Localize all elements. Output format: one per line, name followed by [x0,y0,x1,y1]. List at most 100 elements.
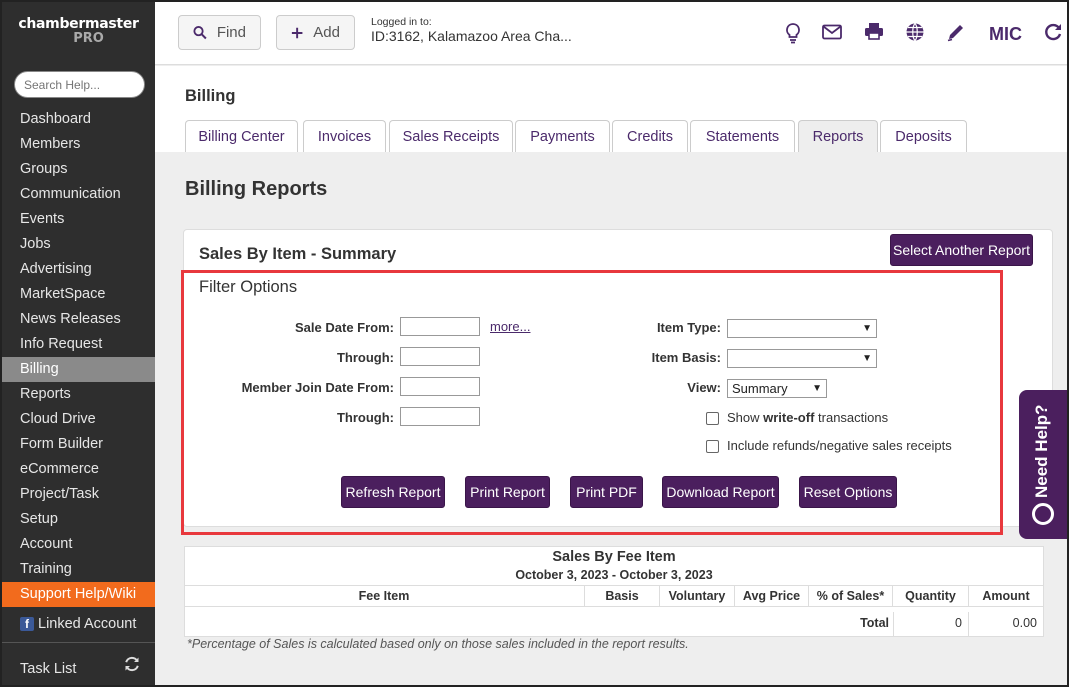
tab-invoices[interactable]: Invoices [303,120,386,152]
facebook-icon: f [20,617,34,631]
globe-icon[interactable] [903,22,927,46]
sidebar-item-form-builder[interactable]: Form Builder [2,432,155,457]
tab-deposits[interactable]: Deposits [880,120,967,152]
login-label: Logged in to: [371,16,432,28]
item-type-label: Item Type: [656,320,721,335]
page-title: Billing Reports [185,178,328,200]
view-select[interactable]: Summary ▼ [727,379,827,398]
need-help-label: Need Help? [1032,404,1051,498]
through-label-2: Through: [336,410,394,425]
billing-header: Billing Billing Center Invoices Sales Re… [155,66,1067,152]
sidebar-item-project-task[interactable]: Project/Task [2,482,155,507]
lightbulb-icon[interactable] [781,22,805,46]
col-voluntary: Voluntary [660,585,735,607]
tab-credits[interactable]: Credits [612,120,688,152]
sale-date-from-input[interactable] [400,317,480,336]
linked-account-link[interactable]: f Linked Account [20,614,136,634]
sidebar-item-info-request[interactable]: Info Request [2,332,155,357]
show-writeoff-label: Show write-off transactions [727,410,888,425]
chevron-down-icon: ▼ [862,353,872,364]
include-refunds-label: Include refunds/negative sales receipts [727,438,952,453]
reset-options-button[interactable]: Reset Options [799,476,897,508]
sidebar-item-billing[interactable]: Billing [2,357,155,382]
print-pdf-button[interactable]: Print PDF [570,476,643,508]
member-join-date-from-input[interactable] [400,377,480,396]
section-title: Billing [185,87,236,105]
tab-billing-center[interactable]: Billing Center [185,120,298,152]
plus-icon [291,27,303,38]
tab-reports[interactable]: Reports [798,120,878,152]
select-another-report-button[interactable]: Select Another Report [890,234,1033,266]
sidebar-item-training[interactable]: Training [2,557,155,582]
add-button[interactable]: Add [276,15,355,50]
col-quantity: Quantity [893,585,969,607]
writeoff-prefix: Show [727,410,764,425]
sidebar-item-communication[interactable]: Communication [2,182,155,207]
app-window: chambermaster PRO Dashboard Members Grou… [0,0,1069,687]
logo-line1: chambermaster [18,16,139,32]
show-writeoff-checkbox[interactable] [706,412,719,425]
through-label: Through: [336,350,394,365]
printer-icon[interactable] [862,22,886,46]
col-fee-item: Fee Item [184,585,585,607]
member-join-through-input[interactable] [400,407,480,426]
sidebar-item-reports[interactable]: Reports [2,382,155,407]
col-percent-sales: % of Sales* [809,585,893,607]
sidebar-nav: Dashboard Members Groups Communication E… [2,107,155,607]
col-basis: Basis [585,585,660,607]
mail-icon[interactable] [820,22,844,46]
table-date-range: October 3, 2023 - October 3, 2023 [515,568,713,582]
item-type-select[interactable]: ▼ [727,319,877,338]
report-title: Sales By Item - Summary [199,245,397,263]
sidebar-item-cloud-drive[interactable]: Cloud Drive [2,407,155,432]
sidebar-item-advertising[interactable]: Advertising [2,257,155,282]
lifebuoy-icon [1032,503,1054,525]
include-refunds-checkbox[interactable] [706,440,719,453]
sidebar-item-ecommerce[interactable]: eCommerce [2,457,155,482]
download-report-button[interactable]: Download Report [662,476,779,508]
print-report-button[interactable]: Print Report [465,476,550,508]
add-label: Add [313,24,340,41]
sidebar-item-dashboard[interactable]: Dashboard [2,107,155,132]
total-amount: 0.00 [1012,616,1037,630]
find-button[interactable]: Find [178,15,261,50]
need-help-tab[interactable]: Need Help? [1019,390,1067,539]
sidebar: chambermaster PRO Dashboard Members Grou… [2,2,155,685]
table-footnote: *Percentage of Sales is calculated based… [187,637,689,651]
sidebar-item-marketspace[interactable]: MarketSpace [2,282,155,307]
sidebar-item-news-releases[interactable]: News Releases [2,307,155,332]
col-avg-price: Avg Price [735,585,809,607]
item-basis-label: Item Basis: [651,350,721,365]
view-value: Summary [732,381,788,396]
sidebar-item-account[interactable]: Account [2,532,155,557]
sidebar-item-setup[interactable]: Setup [2,507,155,532]
sale-date-through-input[interactable] [400,347,480,366]
sidebar-item-jobs[interactable]: Jobs [2,232,155,257]
pencil-icon[interactable] [944,22,968,46]
total-quantity: 0 [893,612,969,636]
chevron-down-icon: ▼ [812,383,822,394]
search-icon [193,26,207,40]
more-link[interactable]: more... [490,319,530,334]
refresh-icon[interactable] [123,655,141,673]
reload-icon[interactable] [1041,22,1065,46]
filter-options-title: Filter Options [199,278,298,296]
sidebar-item-support-help[interactable]: Support Help/Wiki [2,582,155,607]
sidebar-item-members[interactable]: Members [2,132,155,157]
search-help-input[interactable] [14,71,145,98]
logo-line2: PRO [73,31,104,46]
login-value[interactable]: ID:3162, Kalamazoo Area Cha... [371,28,572,44]
chevron-down-icon: ▼ [862,323,872,334]
sidebar-item-events[interactable]: Events [2,207,155,232]
task-list-label[interactable]: Task List [20,661,76,677]
item-basis-select[interactable]: ▼ [727,349,877,368]
col-amount: Amount [969,585,1044,607]
refresh-report-button[interactable]: Refresh Report [341,476,445,508]
tab-sales-receipts[interactable]: Sales Receipts [389,120,513,152]
logo: chambermaster PRO [2,16,155,46]
user-initials[interactable]: MIC [989,24,1022,45]
find-label: Find [216,24,246,41]
tab-payments[interactable]: Payments [515,120,610,152]
tab-statements[interactable]: Statements [690,120,795,152]
sidebar-item-groups[interactable]: Groups [2,157,155,182]
